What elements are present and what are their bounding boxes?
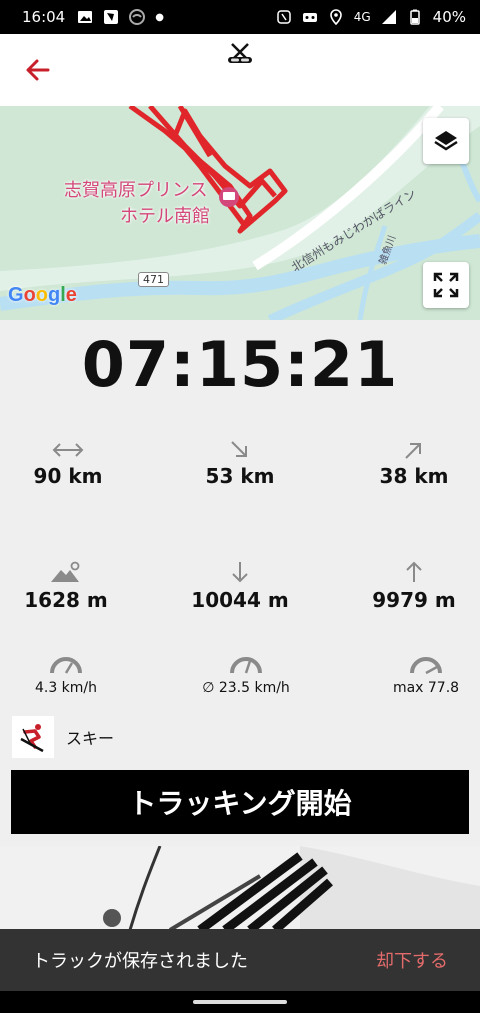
status-time: 16:04: [22, 8, 66, 26]
start-tracking-button[interactable]: トラッキング開始: [11, 770, 469, 834]
stat-average-speed: ∅ 23.5 km/h: [166, 654, 326, 696]
ascent-value: 9979 m: [372, 588, 456, 612]
battery-level: 40%: [432, 8, 466, 26]
stat-downhill-distance: 53 km: [160, 440, 320, 488]
max-altitude-value: 1628 m: [24, 588, 108, 612]
location-icon: [329, 9, 342, 25]
layers-icon: [434, 131, 458, 151]
stat-descent: 10044 m: [160, 560, 320, 612]
distance-value: 90 km: [33, 464, 103, 488]
dismiss-button[interactable]: 却下する: [376, 947, 448, 973]
fullscreen-icon: [433, 272, 459, 298]
stat-uphill-distance: 38 km: [334, 440, 480, 488]
stat-distance: 90 km: [0, 440, 148, 488]
more-notifications-dot-icon: ●: [155, 11, 164, 23]
hotel-name-line2: ホテル南館: [120, 206, 210, 227]
average-speed-icon: [230, 657, 262, 674]
network-type: 4G: [353, 10, 371, 24]
arrow-down-icon: [232, 562, 248, 583]
stat-current-speed: 4.3 km/h: [0, 654, 146, 696]
home-gesture-handle[interactable]: [193, 1000, 287, 1004]
back-arrow-icon[interactable]: [22, 54, 54, 86]
downhill-distance-value: 53 km: [205, 464, 275, 488]
elapsed-time: 07:15:21: [81, 328, 399, 401]
signal-icon: [381, 10, 396, 24]
nfc-icon: [276, 10, 291, 24]
map-fullscreen-button[interactable]: [423, 262, 469, 308]
arrow-down-right-icon: [231, 441, 247, 457]
gallery-notification-icon: [78, 11, 93, 23]
app-notification-icon: [104, 10, 119, 24]
arrow-up-right-icon: [405, 443, 421, 459]
stat-max-altitude: 1628 m: [0, 560, 146, 612]
uphill-distance-value: 38 km: [379, 464, 449, 488]
stat-ascent: 9979 m: [334, 560, 480, 612]
ski-poles-illustration: [0, 846, 480, 930]
status-bar: 16:04 ● 4G 40%: [0, 0, 480, 34]
average-speed-value: ∅ 23.5 km/h: [202, 680, 290, 696]
snackbar: トラックが保存されました 却下する: [0, 929, 480, 991]
mountain-pin-icon: [51, 561, 80, 582]
activity-label: スキー: [66, 729, 115, 748]
stat-max-speed: max 77.8: [346, 654, 480, 696]
skier-icon: [12, 716, 54, 758]
speedometer-icon: [50, 657, 82, 674]
wifi-notification-icon: [129, 9, 146, 25]
promo-image[interactable]: [0, 846, 480, 930]
vr-icon: [302, 13, 317, 22]
horizontal-arrows-icon: [52, 443, 84, 457]
hotel-name-line1: 志賀高原プリンス: [64, 180, 208, 201]
google-logo: Google: [8, 284, 77, 306]
battery-icon: [409, 9, 420, 25]
arrow-up-icon: [406, 561, 422, 582]
descent-value: 10044 m: [191, 588, 289, 612]
snackbar-message: トラックが保存されました: [32, 951, 248, 972]
route-number-badge: 471: [138, 272, 169, 287]
map-layers-button[interactable]: [423, 118, 469, 164]
track-map[interactable]: 志賀高原プリンス ホテル南館 北信州もみじわかばライン 雑魚川 471 Goog…: [0, 106, 480, 320]
max-speed-icon: [410, 657, 442, 675]
current-speed-value: 4.3 km/h: [34, 680, 98, 696]
app-logo-icon: [224, 40, 256, 72]
system-nav-bar: [0, 991, 480, 1013]
app-header: [0, 34, 480, 106]
activity-selector[interactable]: スキー: [12, 716, 114, 758]
max-speed-value: max 77.8: [392, 680, 460, 696]
